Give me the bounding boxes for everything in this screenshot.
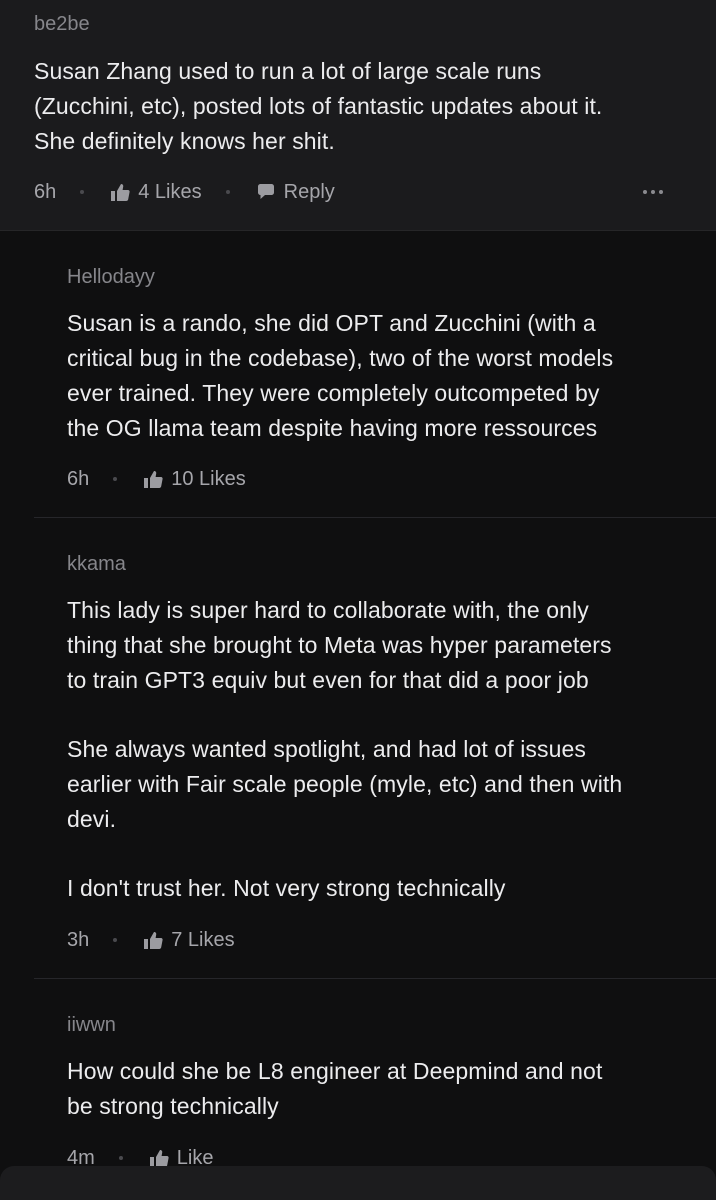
separator-dot bbox=[113, 938, 118, 942]
reply-timestamp: 6h bbox=[67, 467, 90, 490]
reply-body-line: thing that she brought to Meta was hyper… bbox=[67, 632, 612, 658]
comment-username[interactable]: be2be bbox=[34, 13, 90, 36]
reply-body-line: devi. bbox=[67, 806, 117, 832]
like-count: 7 Likes bbox=[171, 928, 235, 951]
comment-body-line: (Zucchini, etc), posted lots of fantasti… bbox=[34, 93, 603, 119]
comment-body-line: She definitely knows her shit. bbox=[34, 128, 335, 154]
separator-dot bbox=[118, 1156, 123, 1160]
reply-body-line: Susan is a rando, she did OPT and Zucchi… bbox=[67, 310, 596, 336]
comment-thread: be2be Susan Zhang used to run a lot of l… bbox=[0, 0, 716, 1200]
like-button[interactable]: 7 Likes bbox=[143, 928, 235, 952]
more-horizontal-icon bbox=[643, 190, 647, 194]
thumbs-up-icon bbox=[149, 1148, 169, 1168]
reply-username[interactable]: kkama bbox=[67, 553, 126, 576]
like-count: 10 Likes bbox=[171, 467, 246, 490]
reply-body-line: the OG llama team despite having more re… bbox=[67, 415, 598, 441]
reply-body-line: How could she be L8 engineer at Deepmind… bbox=[67, 1058, 603, 1084]
separator-dot bbox=[225, 190, 230, 194]
comment-body-line: Susan Zhang used to run a lot of large s… bbox=[34, 58, 542, 84]
like-button[interactable]: 10 Likes bbox=[143, 468, 246, 491]
divider bbox=[34, 978, 716, 979]
reply-body-line: I don't trust her. Not very strong techn… bbox=[67, 875, 506, 901]
separator-dot bbox=[113, 477, 118, 481]
reply-meta: 6h 10 Likes bbox=[67, 464, 246, 494]
reply-username[interactable]: Hellodayy bbox=[67, 266, 155, 289]
reply-username[interactable]: iiwwn bbox=[67, 1014, 116, 1037]
thumbs-up-icon bbox=[143, 930, 163, 950]
top-level-comment: be2be Susan Zhang used to run a lot of l… bbox=[0, 0, 716, 230]
reply-button[interactable]: Reply bbox=[256, 181, 335, 204]
reply-body-line: This lady is super hard to collaborate w… bbox=[67, 597, 589, 623]
reply-body-line: ever trained. They were completely outco… bbox=[67, 380, 600, 406]
divider bbox=[34, 517, 716, 518]
divider bbox=[0, 230, 716, 231]
comment-timestamp: 6h bbox=[34, 180, 57, 203]
like-button[interactable]: 4 Likes bbox=[110, 180, 202, 204]
thumbs-up-icon bbox=[110, 182, 130, 202]
reply-label: Reply bbox=[283, 180, 335, 203]
like-count: 4 Likes bbox=[138, 180, 202, 203]
reply-body-line: be strong technically bbox=[67, 1093, 279, 1119]
reply-body-line: critical bug in the codebase), two of th… bbox=[67, 345, 614, 371]
reply-body-line: earlier with Fair scale people (myle, et… bbox=[67, 771, 623, 797]
speech-bubble-icon bbox=[256, 182, 276, 202]
reply-meta: 3h 7 Likes bbox=[67, 925, 235, 955]
comment-meta: 6h 4 Likes Reply bbox=[34, 177, 335, 207]
more-options-button[interactable] bbox=[643, 182, 663, 202]
separator-dot bbox=[80, 190, 85, 194]
reply-body-line: She always wanted spotlight, and had lot… bbox=[67, 736, 586, 762]
thumbs-up-icon bbox=[143, 469, 163, 489]
reply-body-line: to train GPT3 equiv but even for that di… bbox=[67, 667, 589, 693]
bottom-sheet[interactable] bbox=[0, 1166, 716, 1200]
reply-timestamp: 3h bbox=[67, 928, 90, 951]
